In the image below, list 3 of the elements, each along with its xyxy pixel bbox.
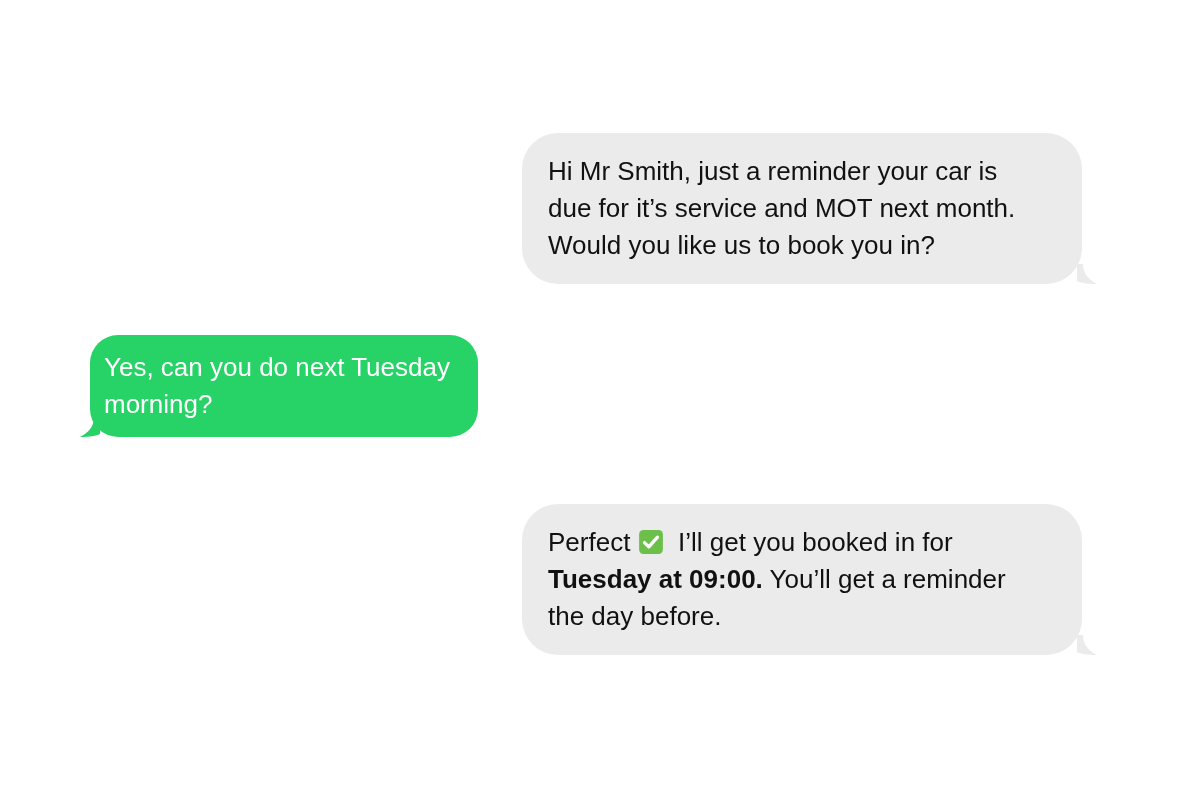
message-text: Yes, can you do next Tuesday morning?: [104, 351, 451, 421]
message-text: Perfect I’ll get you booked in for Tuesday at 09:00. You’ll get a reminder the day before.: [548, 526, 1007, 633]
message-text: Hi Mr Smith, just a reminder your car is due for it’s service and MOT next month. Would you like us to book you in?: [548, 155, 1017, 262]
